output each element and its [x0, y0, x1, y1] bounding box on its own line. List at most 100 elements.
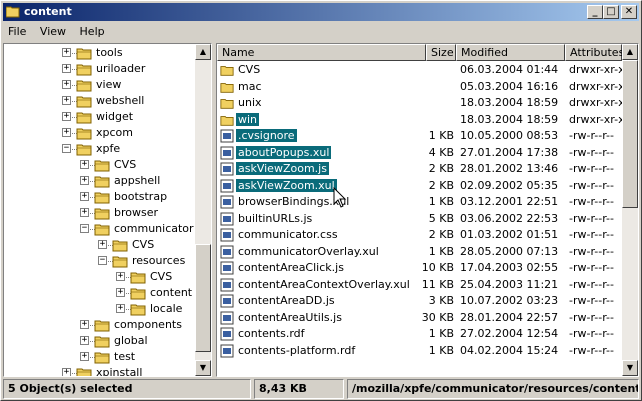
tree-item[interactable]: + browser	[4, 205, 194, 221]
file-modified: 03.06.2002 22:53	[460, 211, 559, 225]
tree-item[interactable]: + CVS	[4, 157, 194, 173]
tree-item[interactable]: + xpcom	[4, 125, 194, 141]
file-row[interactable]: .cvsignore 1 KB 10.05.2000 08:53 -rw-r--r--	[217, 128, 622, 144]
list-scroll-up-button[interactable]: ▲	[622, 44, 638, 60]
folder-icon	[94, 206, 110, 220]
file-size: 2 KB	[428, 228, 454, 241]
file-attributes: drwxr-xr-x	[569, 63, 625, 76]
file-size: 1 KB	[428, 244, 454, 258]
file-size: 1 KB	[428, 327, 454, 340]
tree-item[interactable]: + widget	[4, 109, 194, 125]
expand-icon[interactable]: +	[62, 96, 71, 105]
tree-item[interactable]: + uriloader	[4, 61, 194, 77]
file-row[interactable]: communicatorOverlay.xul 1 KB 28.05.2000 07…	[217, 244, 622, 260]
tree-item[interactable]: − xpfe	[4, 141, 194, 157]
list-scrollbar[interactable]: ▲ ▼	[622, 44, 638, 376]
column-modified[interactable]: Modified	[456, 44, 565, 61]
collapse-icon[interactable]: −	[62, 144, 71, 153]
tree-item[interactable]: − resources	[4, 253, 194, 269]
menu-file[interactable]: File	[3, 23, 31, 40]
expand-icon[interactable]: +	[62, 48, 71, 57]
file-row[interactable]: contentAreaContextOverlay.xul 11 KB 25.04.…	[217, 277, 622, 293]
tree-item[interactable]: + webshell	[4, 93, 194, 109]
window-title: content	[24, 5, 72, 18]
tree-item[interactable]: + tools	[4, 45, 194, 61]
file-row[interactable]: contentAreaClick.js 10 KB 17.04.2003 02:55…	[217, 260, 622, 276]
menu-help[interactable]: Help	[75, 23, 110, 40]
folder-icon	[76, 366, 92, 376]
file-attributes: -rw-r--r--	[569, 195, 614, 208]
maximize-button[interactable]: □	[603, 5, 619, 19]
folder-icon	[94, 318, 110, 332]
title-bar[interactable]: content _ □ ✕	[3, 3, 639, 21]
column-attributes[interactable]: Attributes	[565, 44, 624, 61]
expand-icon[interactable]: +	[80, 352, 89, 361]
file-row[interactable]: CVS 06.03.2004 01:44 drwxr-xr-x	[217, 62, 625, 78]
list-scroll-thumb[interactable]	[622, 60, 638, 208]
expand-icon[interactable]: +	[62, 128, 71, 137]
tree-scrollbar[interactable]: ▲ ▼	[195, 44, 211, 376]
tree-item[interactable]: + global	[4, 333, 194, 349]
expand-icon[interactable]: +	[80, 208, 89, 217]
file-list-pane[interactable]: Name Size Modified Attributes CVS 06.03.2…	[216, 43, 639, 377]
file-row[interactable]: browserBindings.xul 1 KB 03.12.2001 22:51-…	[217, 194, 622, 210]
file-attributes: drwxr-xr-x	[569, 96, 625, 109]
tree-item[interactable]: + locale	[4, 301, 194, 317]
file-row[interactable]: askViewZoom.xul 2 KB 02.09.2002 05:35 -rw-r…	[217, 178, 622, 194]
file-name: contentAreaClick.js	[238, 261, 344, 274]
expand-icon[interactable]: +	[62, 368, 71, 376]
folder-icon	[220, 96, 234, 110]
tree-item[interactable]: + view	[4, 77, 194, 93]
expand-icon[interactable]: +	[116, 272, 125, 281]
tree-item[interactable]: + content	[4, 285, 194, 301]
minimize-button[interactable]: _	[587, 5, 603, 19]
expand-icon[interactable]: +	[62, 112, 71, 121]
expand-icon[interactable]: +	[98, 240, 107, 249]
file-icon	[220, 344, 234, 358]
tree-scroll-thumb[interactable]	[195, 244, 211, 352]
tree-item[interactable]: + CVS	[4, 269, 194, 285]
tree-item[interactable]: + bootstrap	[4, 189, 194, 205]
expand-icon[interactable]: +	[80, 336, 89, 345]
expand-icon[interactable]: +	[80, 160, 89, 169]
file-row[interactable]: aboutPopups.xul 4 KB 27.01.2004 17:38 -rw-r…	[217, 145, 622, 161]
expand-icon[interactable]: +	[80, 192, 89, 201]
file-row[interactable]: contents-platform.rdf 1 KB 04.02.2004 15:2…	[217, 343, 622, 359]
file-name: askViewZoom.xul	[236, 178, 337, 192]
collapse-icon[interactable]: −	[80, 224, 89, 233]
file-icon	[220, 327, 234, 341]
column-size[interactable]: Size	[426, 44, 456, 61]
tree-item[interactable]: + components	[4, 317, 194, 333]
folder-icon	[112, 238, 128, 252]
file-row[interactable]: contentAreaDD.js 3 KB 10.07.2002 03:23 -rw-…	[217, 293, 622, 309]
tree-item[interactable]: + xpinstall	[4, 365, 194, 376]
list-scroll-down-button[interactable]: ▼	[622, 360, 638, 376]
expand-icon[interactable]: +	[116, 288, 125, 297]
tree-item-label: xpcom	[96, 126, 133, 139]
expand-icon[interactable]: +	[62, 64, 71, 73]
file-row[interactable]: unix 18.03.2004 18:59 drwxr-xr-x	[217, 95, 625, 111]
close-button[interactable]: ✕	[621, 5, 637, 19]
tree-item[interactable]: + appshell	[4, 173, 194, 189]
collapse-icon[interactable]: −	[98, 256, 107, 265]
expand-icon[interactable]: +	[62, 80, 71, 89]
file-row[interactable]: mac 05.03.2004 16:16 drwxr-xr-x	[217, 79, 625, 95]
tree-scroll-down-button[interactable]: ▼	[195, 360, 211, 376]
tree-item[interactable]: + test	[4, 349, 194, 365]
file-row[interactable]: builtinURLs.js 5 KB 03.06.2002 22:53 -rw-r-…	[217, 211, 622, 227]
menu-view[interactable]: View	[35, 23, 71, 40]
tree-item[interactable]: − communicator	[4, 221, 194, 237]
folder-icon	[76, 62, 92, 76]
tree-item[interactable]: + CVS	[4, 237, 194, 253]
folder-tree-pane[interactable]: + tools + uriloader + view + webshell + widget + xp…	[3, 43, 212, 377]
expand-icon[interactable]: +	[80, 320, 89, 329]
file-row[interactable]: communicator.css 2 KB 01.03.2002 01:51 -rw-…	[217, 227, 622, 243]
file-row[interactable]: contentAreaUtils.js 30 KB 28.01.2004 22:57…	[217, 310, 622, 326]
file-row[interactable]: askViewZoom.js 2 KB 28.01.2002 13:46 -rw-r-…	[217, 161, 622, 177]
column-name[interactable]: Name	[217, 44, 426, 61]
tree-scroll-up-button[interactable]: ▲	[195, 44, 211, 60]
file-row[interactable]: win 18.03.2004 18:59 drwxr-xr-x	[217, 112, 625, 128]
expand-icon[interactable]: +	[80, 176, 89, 185]
file-row[interactable]: contents.rdf 1 KB 27.02.2004 12:54 -rw-r--r…	[217, 326, 622, 342]
expand-icon[interactable]: +	[116, 304, 125, 313]
